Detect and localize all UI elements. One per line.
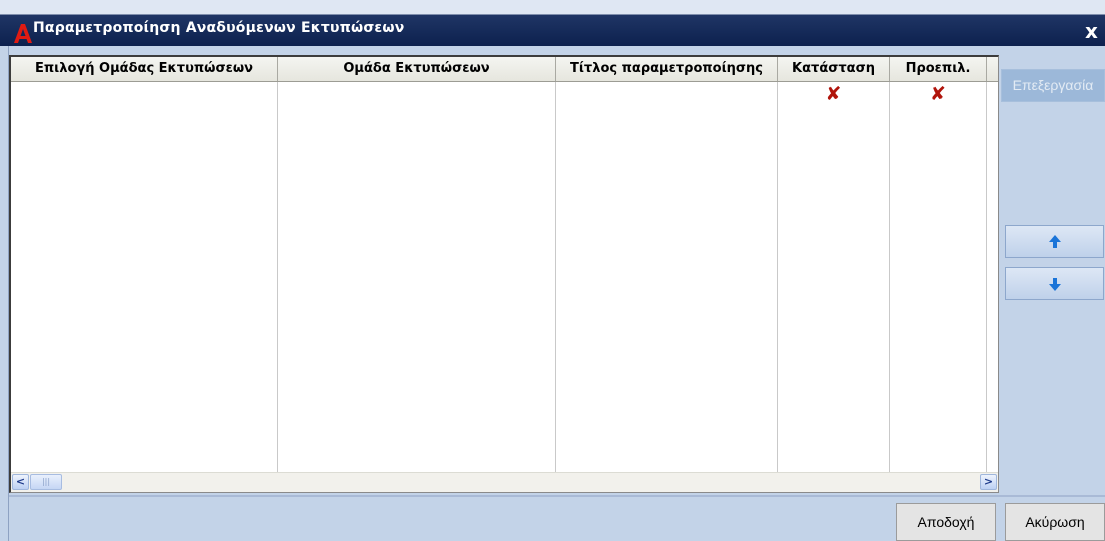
app-logo-icon xyxy=(11,22,35,44)
move-down-button[interactable] xyxy=(1005,267,1104,300)
cell-status[interactable]: ✘ xyxy=(778,82,890,473)
cell-print-group[interactable] xyxy=(278,82,556,473)
cell-default[interactable]: ✘ xyxy=(890,82,987,473)
default-x-icon: ✘ xyxy=(930,83,946,105)
window-title: Παραμετροποίηση Αναδυόμενων Εκτυπώσεων xyxy=(33,20,405,36)
footer-divider xyxy=(9,495,1105,497)
cell-config-title[interactable] xyxy=(556,82,778,473)
cell-group-selection[interactable] xyxy=(11,82,278,473)
grid-header: Επιλογή Ομάδας Εκτυπώσεων Ομάδα Εκτυπώσε… xyxy=(11,57,998,82)
arrow-up-icon xyxy=(1049,235,1061,248)
arrow-down-icon xyxy=(1049,278,1061,291)
cancel-button[interactable]: Ακύρωση xyxy=(1005,503,1105,541)
scroll-right-button[interactable]: > xyxy=(980,474,997,490)
column-header-filler xyxy=(987,57,998,81)
status-x-icon: ✘ xyxy=(825,83,842,105)
grid-filler xyxy=(987,82,998,473)
print-groups-grid[interactable]: Επιλογή Ομάδας Εκτυπώσεων Ομάδα Εκτυπώσε… xyxy=(9,55,999,493)
move-up-button[interactable] xyxy=(1005,225,1104,258)
column-header-print-group[interactable]: Ομάδα Εκτυπώσεων xyxy=(278,57,556,81)
scroll-thumb[interactable]: ||| xyxy=(30,474,62,490)
column-header-group-selection[interactable]: Επιλογή Ομάδας Εκτυπώσεων xyxy=(11,57,278,81)
scroll-left-button[interactable]: < xyxy=(12,474,29,490)
column-header-default[interactable]: Προεπιλ. xyxy=(890,57,987,81)
column-header-config-title[interactable]: Τίτλος παραμετροποίησης xyxy=(556,57,778,81)
horizontal-scrollbar[interactable]: < ||| > xyxy=(11,472,998,492)
accept-button[interactable]: Αποδοχή xyxy=(896,503,996,541)
grid-body: ✘ ✘ xyxy=(11,82,998,473)
column-header-status[interactable]: Κατάσταση xyxy=(778,57,890,81)
edit-button[interactable]: Επεξεργασία xyxy=(1001,69,1105,102)
close-icon[interactable]: x xyxy=(1085,19,1098,43)
title-bar: Παραμετροποίηση Αναδυόμενων Εκτυπώσεων x xyxy=(0,0,1105,46)
